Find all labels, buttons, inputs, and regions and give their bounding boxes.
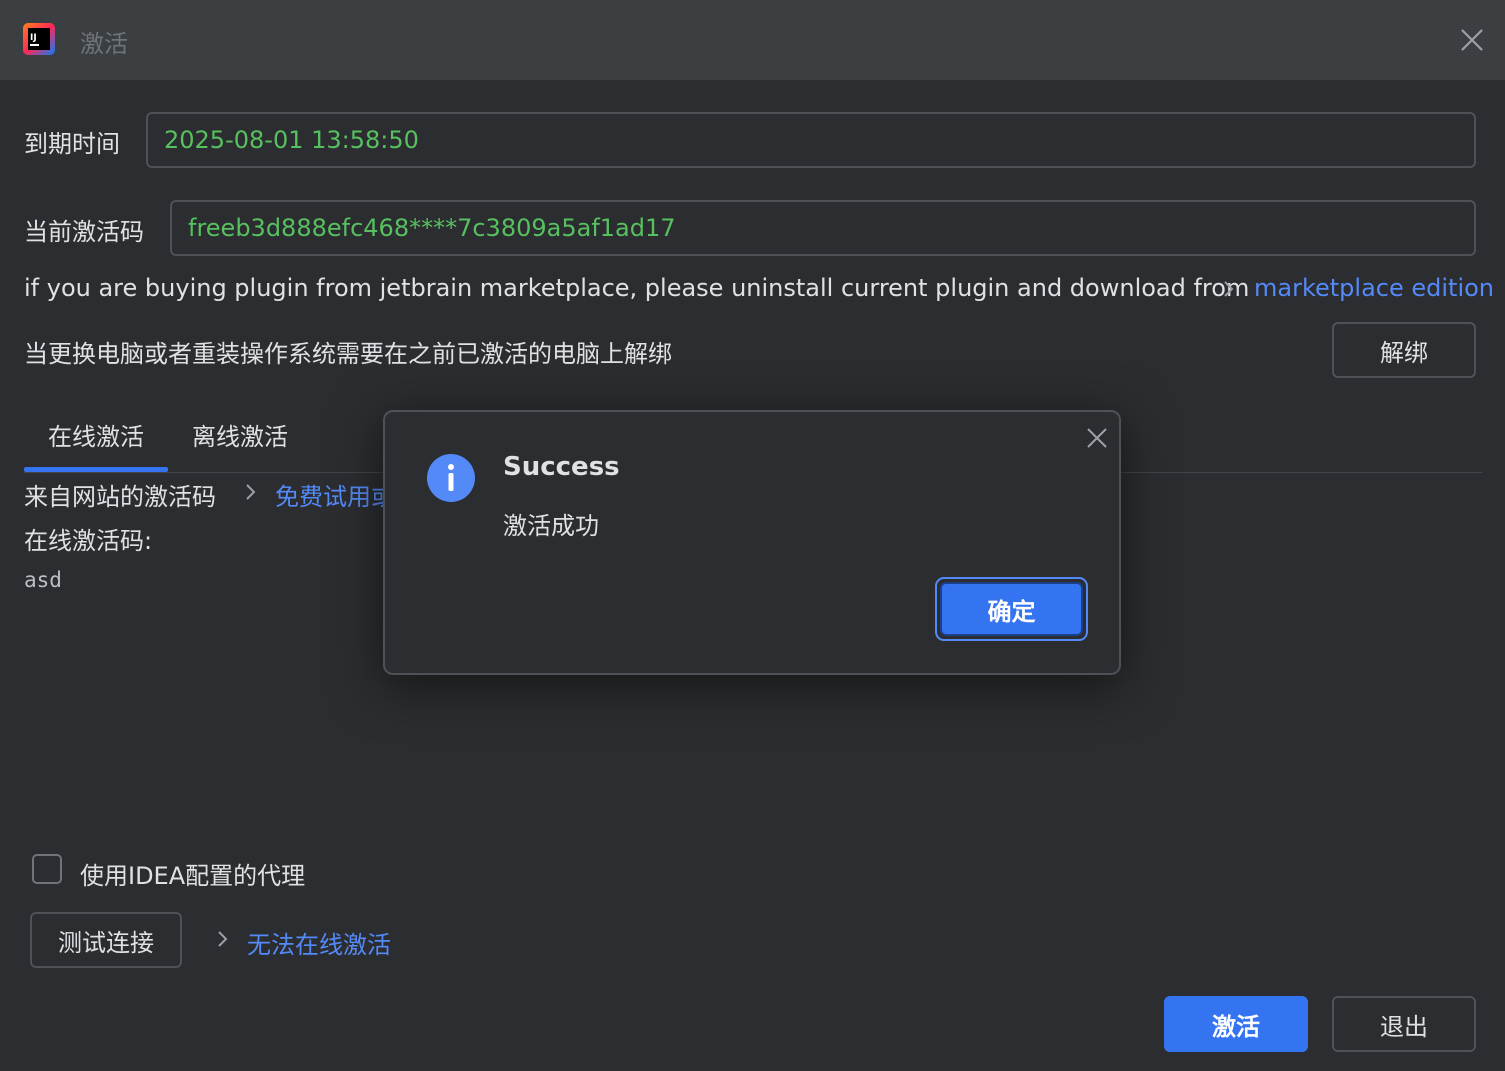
activate-button[interactable]: 激活	[1164, 996, 1308, 1052]
unbind-button[interactable]: 解绑	[1332, 322, 1476, 378]
chevron-right-icon	[246, 484, 256, 500]
cannot-activate-online-link[interactable]: 无法在线激活	[247, 925, 391, 960]
expiry-label: 到期时间	[24, 130, 120, 158]
tab-offline-activation[interactable]: 离线激活	[192, 417, 288, 452]
success-dialog: Success 激活成功 确定	[383, 410, 1121, 675]
close-icon[interactable]	[1085, 426, 1109, 450]
online-code-input[interactable]: asd	[24, 568, 62, 592]
expiry-value: 2025-08-01 13:58:50	[164, 126, 419, 154]
current-code-field[interactable]: freeb3d888efc468****7c3809a5af1ad17	[170, 200, 1476, 256]
test-connection-button[interactable]: 测试连接	[30, 912, 182, 968]
title-bar: IJ 激活	[0, 0, 1505, 81]
dialog-title: Success	[503, 452, 620, 482]
window-title: 激活	[80, 30, 128, 58]
online-code-label: 在线激活码:	[24, 527, 153, 555]
exit-button[interactable]: 退出	[1332, 996, 1476, 1052]
intellij-idea-icon: IJ	[23, 23, 55, 55]
current-code-value: freeb3d888efc468****7c3809a5af1ad17	[188, 214, 676, 242]
dialog-message: 激活成功	[503, 512, 599, 540]
expiry-field[interactable]: 2025-08-01 13:58:50	[146, 112, 1476, 168]
chevron-right-icon	[218, 931, 228, 947]
close-icon[interactable]	[1458, 26, 1486, 54]
marketplace-edition-link[interactable]: marketplace edition	[1254, 274, 1494, 302]
svg-text:IJ: IJ	[30, 33, 37, 43]
free-trial-link[interactable]: 免费试用或	[275, 477, 395, 512]
use-idea-proxy-checkbox[interactable]	[32, 854, 62, 884]
chevron-right-icon	[1224, 281, 1234, 297]
current-code-label: 当前激活码	[24, 218, 144, 246]
marketplace-notice: if you are buying plugin from jetbrain m…	[24, 274, 1250, 302]
use-idea-proxy-label: 使用IDEA配置的代理	[80, 862, 306, 890]
website-code-label: 来自网站的激活码	[24, 483, 216, 511]
ok-button[interactable]: 确定	[940, 582, 1083, 636]
selected-tab-indicator	[24, 467, 168, 472]
unbind-notice: 当更换电脑或者重装操作系统需要在之前已激活的电脑上解绑	[24, 340, 672, 368]
info-icon	[427, 454, 475, 502]
tab-online-activation[interactable]: 在线激活	[48, 417, 144, 452]
